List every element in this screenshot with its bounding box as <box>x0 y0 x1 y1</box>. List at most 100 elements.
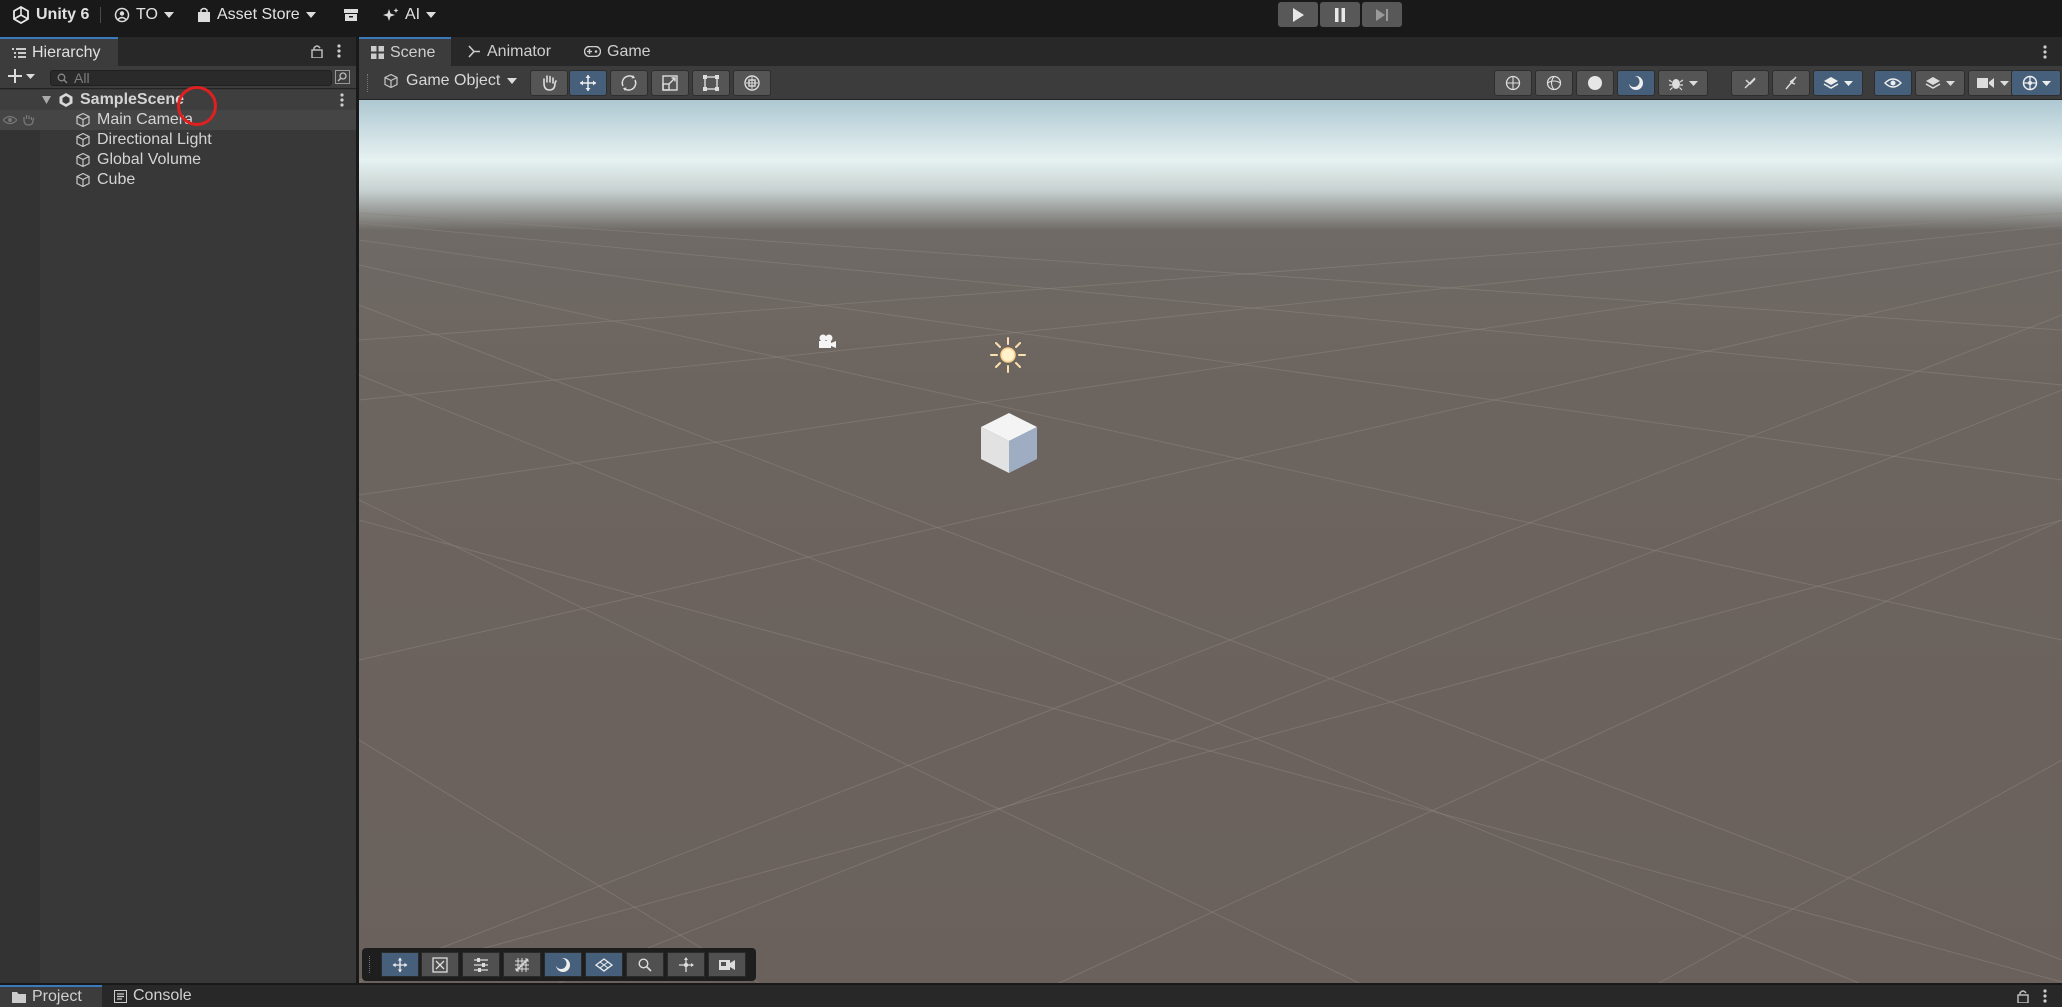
overlay-settings-button[interactable] <box>462 952 500 977</box>
global-handle-button[interactable] <box>1494 70 1532 96</box>
gizmos-dropdown[interactable] <box>2011 70 2061 96</box>
gameobject-cube-icon <box>383 73 399 89</box>
rotate-tool-button[interactable] <box>610 70 648 96</box>
globe-icon <box>1505 75 1521 91</box>
layers-icon <box>1925 76 1941 90</box>
hierarchy-item-directional-light[interactable]: Directional Light <box>0 130 356 150</box>
sun-light-gizmo-icon[interactable] <box>989 336 1027 374</box>
scene-kebab-menu-icon[interactable] <box>340 93 344 107</box>
tool-context-dropdown[interactable]: Game Object <box>383 72 518 90</box>
lock-icon[interactable] <box>2017 989 2029 1003</box>
scene-effects-dropdown[interactable] <box>1813 70 1863 96</box>
hierarchy-tab-label: Hierarchy <box>32 43 101 61</box>
overlay-drag-handle[interactable] <box>369 956 371 973</box>
drag-handle[interactable] <box>367 74 369 92</box>
chevron-down-icon <box>1946 80 1955 86</box>
scene-panel-menu-icon[interactable] <box>2043 45 2047 59</box>
tab-game[interactable]: Game <box>572 37 651 66</box>
search-by-type-icon[interactable] <box>335 70 350 84</box>
move-arrows-icon <box>579 74 597 92</box>
tab-project[interactable]: Project <box>0 985 102 1007</box>
step-button[interactable] <box>1362 2 1402 27</box>
overlay-move-button[interactable] <box>381 952 419 977</box>
shading-lit-button[interactable] <box>1617 70 1655 96</box>
gameobject-cube-icon <box>75 132 91 148</box>
visibility-eye-icon[interactable] <box>3 115 17 125</box>
tab-scene[interactable]: Scene <box>359 37 451 66</box>
tab-label: Project <box>32 988 82 1005</box>
tab-label: Scene <box>390 43 436 61</box>
lock-icon[interactable] <box>311 44 323 58</box>
grid-icon <box>371 46 384 59</box>
toggle-2d-button[interactable] <box>1731 70 1769 96</box>
toggle-lighting-button[interactable] <box>1772 70 1810 96</box>
cube-object[interactable] <box>979 411 1039 475</box>
overlay-shading-button[interactable] <box>544 952 582 977</box>
rect-tool-button[interactable] <box>692 70 730 96</box>
transform-tool-button[interactable] <box>733 70 771 96</box>
hierarchy-search-input[interactable]: All <box>50 70 332 86</box>
chevron-down-icon <box>2000 80 2009 86</box>
package-manager-button[interactable] <box>344 0 358 30</box>
hierarchy-item-cube[interactable]: Cube <box>0 170 356 190</box>
layers-dropdown[interactable] <box>1915 70 1965 96</box>
chevron-down-icon <box>26 73 35 79</box>
hand-tool-button[interactable] <box>530 70 568 96</box>
gameobject-cube-icon <box>75 112 91 128</box>
overlay-orientation-button[interactable] <box>667 952 705 977</box>
tab-console[interactable]: Console <box>102 985 192 1007</box>
overlay-grid-snap-button[interactable] <box>503 952 541 977</box>
tab-label: Console <box>133 987 192 1004</box>
expand-arrow-icon[interactable] <box>42 96 51 104</box>
folder-icon <box>12 991 26 1003</box>
camera-gizmo-icon[interactable] <box>816 333 838 351</box>
rect-transform-icon <box>703 75 719 91</box>
overlay-pivot-button[interactable] <box>421 952 459 977</box>
account-icon <box>114 7 130 23</box>
sliders-icon <box>473 957 489 973</box>
hierarchy-panel: Hierarchy All SampleScene Main Camera Di… <box>0 37 356 983</box>
sparkle-icon <box>383 7 399 23</box>
overlay-search-button[interactable] <box>626 952 664 977</box>
debug-draw-mode-dropdown[interactable] <box>1658 70 1708 96</box>
scale-tool-button[interactable] <box>651 70 689 96</box>
plane-grid-icon <box>595 957 613 972</box>
scene-viewport[interactable] <box>359 100 2062 983</box>
transform-gizmo-icon <box>743 74 761 92</box>
wireframe-sphere-icon <box>1546 75 1562 91</box>
unity-menu[interactable]: Unity 6 <box>12 0 89 30</box>
play-icon <box>1292 7 1304 22</box>
shading-shaded-button[interactable] <box>1576 70 1614 96</box>
account-dropdown[interactable]: TO <box>114 0 174 30</box>
no-2d-icon <box>1742 76 1758 90</box>
asset-store-dropdown[interactable]: Asset Store <box>197 0 316 30</box>
main-toolbar: Unity 6 TO Asset Store AI <box>0 0 2062 30</box>
hierarchy-item-global-volume[interactable]: Global Volume <box>0 150 356 170</box>
pause-button[interactable] <box>1320 2 1360 27</box>
scene-visibility-button[interactable] <box>1874 70 1912 96</box>
overlay-cameras-button[interactable] <box>708 952 746 977</box>
kebab-menu-icon[interactable] <box>337 44 341 58</box>
video-camera-icon <box>1977 77 1995 89</box>
tab-animator[interactable]: Animator <box>456 37 551 66</box>
rotate-icon <box>620 74 638 92</box>
ai-dropdown[interactable]: AI <box>383 0 437 30</box>
pickable-hand-icon[interactable] <box>22 114 35 126</box>
hand-icon <box>540 74 558 92</box>
play-button[interactable] <box>1278 2 1318 27</box>
ai-label: AI <box>405 6 421 23</box>
kebab-menu-icon[interactable] <box>2043 989 2047 1003</box>
move-tool-button[interactable] <box>569 70 607 96</box>
layers-effects-icon <box>1823 76 1839 90</box>
tab-hierarchy[interactable]: Hierarchy <box>0 37 118 66</box>
chevron-down-icon <box>1844 80 1853 86</box>
overlay-nav-button[interactable] <box>585 952 623 977</box>
search-icon <box>638 957 652 972</box>
tool-context-label: Game Object <box>406 72 501 89</box>
create-dropdown[interactable] <box>8 69 35 83</box>
shading-wireframe-button[interactable] <box>1535 70 1573 96</box>
bug-icon <box>1668 75 1684 91</box>
toolbar-divider <box>100 7 101 23</box>
camera-overlay-icon <box>718 958 736 972</box>
plus-icon <box>8 69 22 83</box>
